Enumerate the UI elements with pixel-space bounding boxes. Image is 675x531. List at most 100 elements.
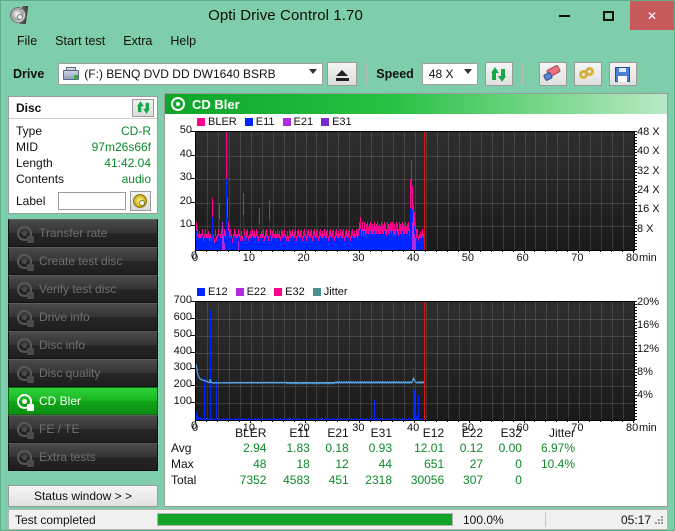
stats-cell: 6.97% xyxy=(540,441,575,455)
disc-test-icon xyxy=(17,253,34,271)
x-minor-tick xyxy=(414,250,415,252)
sidebar-item-disc-quality[interactable]: Disc quality xyxy=(8,359,158,387)
menu-item-extra[interactable]: Extra xyxy=(114,33,161,49)
menu-bar: File Start test Extra Help xyxy=(8,31,667,51)
y2-tick-mark xyxy=(634,151,637,153)
disc-label-input[interactable] xyxy=(57,192,126,210)
y2-tick-mark xyxy=(634,184,637,186)
y2-tick-mark xyxy=(634,234,637,236)
x-minor-tick xyxy=(479,250,481,252)
legend-item-bler: BLER xyxy=(197,116,237,128)
x-minor-tick xyxy=(556,250,558,252)
x-minor-tick xyxy=(490,420,492,422)
y2-tick-mark xyxy=(634,339,637,341)
x-minor-tick xyxy=(589,250,591,252)
menu-item-help[interactable]: Help xyxy=(161,33,205,49)
disc-row-key: Contents xyxy=(16,172,65,186)
y2-tick-mark xyxy=(634,210,637,212)
tools-button[interactable] xyxy=(573,62,602,86)
stats-cell: 0.00 xyxy=(498,441,522,455)
y2-tick-mark xyxy=(634,133,637,135)
maximize-button[interactable] xyxy=(586,1,630,30)
save-button[interactable] xyxy=(608,62,637,86)
sidebar-item-drive-info[interactable]: Drive info xyxy=(8,303,158,331)
sidebar-item-label: Transfer rate xyxy=(39,226,108,240)
y2-tick-mark xyxy=(634,228,637,230)
disc-refresh-button[interactable] xyxy=(132,98,154,117)
stats-col-e22: E22 xyxy=(461,426,484,440)
x-minor-tick xyxy=(205,250,207,252)
y2-tick-mark xyxy=(634,309,637,311)
sidebar-item-create-test-disc[interactable]: Create test disc xyxy=(8,247,158,275)
x-minor-tick xyxy=(633,420,634,422)
refresh-button[interactable] xyxy=(484,62,513,86)
y2-tick-mark xyxy=(634,240,637,242)
stats-cell: 10.4% xyxy=(540,457,575,471)
close-button[interactable]: ✕ xyxy=(630,1,674,30)
y2-tick-mark xyxy=(634,365,637,367)
grid-line-vertical xyxy=(601,132,602,250)
x-minor-tick xyxy=(600,250,602,252)
menu-item-file[interactable]: File xyxy=(8,33,46,49)
grid-line-vertical xyxy=(503,132,504,250)
menu-item-start-test[interactable]: Start test xyxy=(46,33,114,49)
y2-tick-label: 20% xyxy=(637,296,660,309)
grid-line-vertical xyxy=(568,132,569,250)
elapsed-time-label: 05:17 xyxy=(620,512,651,527)
series-bar-e21 xyxy=(415,240,416,250)
y2-tick-mark xyxy=(634,219,637,221)
erase-button[interactable] xyxy=(538,62,567,86)
sidebar-item-disc-info[interactable]: Disc info xyxy=(8,331,158,359)
y2-tick-mark xyxy=(634,312,637,314)
y2-tick-label: 16% xyxy=(637,319,660,332)
minimize-button[interactable] xyxy=(542,1,586,30)
x-axis-label: min xyxy=(639,252,657,264)
y2-tick-mark xyxy=(634,163,637,165)
y2-tick-mark xyxy=(634,401,637,403)
grid-line-vertical xyxy=(459,132,460,250)
sidebar-item-extra-tests[interactable]: Extra tests xyxy=(8,443,158,471)
x-minor-tick xyxy=(424,250,426,252)
stats-cell: 44 xyxy=(378,457,392,471)
chart-e12-jitter-legend: E12 E22 E32 Jitter xyxy=(197,286,353,298)
chart-e12-jitter-plot[interactable] xyxy=(195,301,635,421)
y2-tick-mark xyxy=(634,318,637,320)
x-tick-label: 20 xyxy=(297,252,310,264)
resize-grip-icon[interactable] xyxy=(654,516,664,526)
x-tick-label: 0 xyxy=(192,252,199,264)
legend-item-e31: E31 xyxy=(321,116,352,128)
chart-bler-plot[interactable] xyxy=(195,131,635,251)
disc-label-read-button[interactable] xyxy=(129,191,151,211)
eject-button[interactable] xyxy=(327,62,358,86)
stats-cell: 651 xyxy=(424,457,445,471)
legend-item-e12: E12 xyxy=(197,286,228,298)
status-window-button[interactable]: Status window > > xyxy=(8,485,158,507)
chevron-down-icon xyxy=(309,69,318,74)
sidebar-item-fe-te[interactable]: FE / TE xyxy=(8,415,158,443)
minimize-icon xyxy=(558,14,570,17)
disc-info-rows: Type CD-R MID 97m26s66f Length 41:42.04 … xyxy=(9,119,157,211)
grid-line-vertical xyxy=(481,132,482,250)
sidebar-item-cd-bler[interactable]: CD Bler xyxy=(8,387,158,415)
x-tick-label: 70 xyxy=(571,252,584,264)
x-minor-tick xyxy=(501,420,503,422)
y-tick-label: 30 xyxy=(179,171,192,184)
app-icon xyxy=(9,5,29,26)
x-minor-tick xyxy=(501,250,503,252)
y2-tick-mark xyxy=(634,336,637,338)
title-bar: Opti Drive Control 1.70 ✕ xyxy=(1,1,674,30)
drive-select[interactable]: (F:) BENQ DVD DD DW1640 BSRB xyxy=(58,63,324,85)
stats-corner-cell xyxy=(171,426,223,441)
stats-cell: 0.93 xyxy=(368,441,392,455)
speed-select[interactable]: 48 X xyxy=(421,63,478,85)
x-minor-tick xyxy=(622,420,624,422)
y2-tick-mark xyxy=(634,362,637,364)
sidebar-item-transfer-rate[interactable]: Transfer rate xyxy=(8,219,158,247)
disc-test-icon xyxy=(17,393,34,411)
status-message: Test completed xyxy=(15,512,96,527)
y-tick-mark xyxy=(191,154,195,156)
chart-bler-legend: BLER E11 E21 E31 xyxy=(197,116,357,128)
sidebar-item-verify-test-disc[interactable]: Verify test disc xyxy=(8,275,158,303)
y2-tick-mark xyxy=(634,166,637,168)
disc-test-icon xyxy=(17,225,34,243)
